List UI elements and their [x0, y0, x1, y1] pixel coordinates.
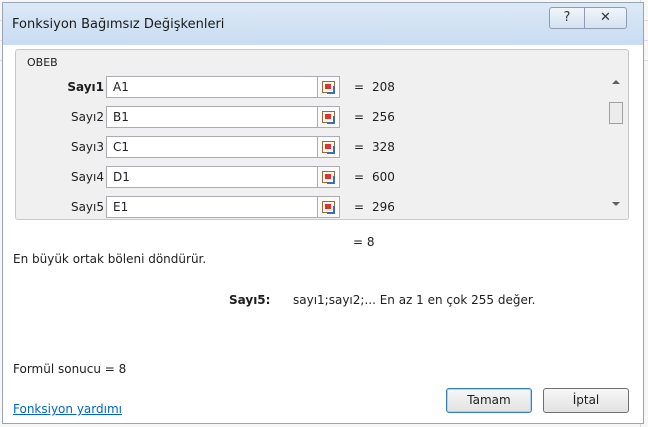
equals-sign: =	[354, 170, 365, 184]
argument-label: Sayı1	[67, 80, 104, 94]
argument-input[interactable]	[106, 136, 318, 158]
arguments-group: OBEB Sayı1 = 208 Sayı2 = 256 Sayı3 =	[15, 49, 629, 220]
function-result: = 8	[353, 235, 375, 249]
argument-row: Sayı2 = 256	[16, 106, 606, 130]
argument-description-name: Sayı5:	[229, 293, 271, 307]
argument-description-text: sayı1;sayı2;... En az 1 en çok 255 değer…	[293, 293, 536, 307]
function-help-link[interactable]: Fonksiyon yardımı	[13, 402, 122, 416]
dialog-title: Fonksiyon Bağımsız Değişkenleri	[12, 17, 225, 32]
arguments-scrollbar[interactable]	[608, 72, 624, 212]
scroll-down-arrow-icon[interactable]	[612, 202, 620, 206]
argument-input[interactable]	[106, 76, 318, 98]
collapse-dialog-icon[interactable]	[318, 76, 340, 98]
argument-value: 600	[372, 170, 395, 184]
function-arguments-dialog: Fonksiyon Bağımsız Değişkenleri ? ✕ OBEB…	[2, 2, 644, 424]
collapse-dialog-icon[interactable]	[318, 196, 340, 218]
formula-result: Formül sonucu = 8	[13, 362, 127, 376]
argument-label: Sayı3	[70, 140, 104, 154]
argument-row: Sayı5 = 296	[16, 196, 606, 220]
argument-label: Sayı2	[70, 110, 104, 124]
argument-input[interactable]	[106, 166, 318, 188]
function-name: OBEB	[27, 56, 58, 69]
argument-row: Sayı3 = 328	[16, 136, 606, 160]
dialog-body: OBEB Sayı1 = 208 Sayı2 = 256 Sayı3 =	[3, 45, 643, 423]
argument-input[interactable]	[106, 106, 318, 128]
argument-value: 256	[372, 110, 395, 124]
argument-label: Sayı4	[70, 170, 104, 184]
argument-value: 208	[372, 80, 395, 94]
ok-button[interactable]: Tamam	[446, 388, 532, 413]
scroll-up-arrow-icon[interactable]	[612, 80, 620, 84]
argument-row: Sayı4 = 600	[16, 166, 606, 190]
equals-sign: =	[354, 80, 365, 94]
equals-sign: =	[354, 140, 365, 154]
argument-value: 328	[372, 140, 395, 154]
argument-row: Sayı1 = 208	[16, 76, 606, 100]
cancel-button[interactable]: İptal	[543, 388, 629, 413]
help-icon[interactable]: ?	[549, 7, 585, 29]
scroll-thumb[interactable]	[609, 102, 623, 124]
argument-input[interactable]	[106, 196, 318, 218]
collapse-dialog-icon[interactable]	[318, 136, 340, 158]
title-bar: Fonksiyon Bağımsız Değişkenleri ? ✕	[3, 3, 643, 45]
equals-sign: =	[354, 110, 365, 124]
equals-sign: =	[354, 200, 365, 214]
function-description: En büyük ortak böleni döndürür.	[13, 252, 207, 266]
collapse-dialog-icon[interactable]	[318, 106, 340, 128]
argument-value: 296	[372, 200, 395, 214]
collapse-dialog-icon[interactable]	[318, 166, 340, 188]
argument-label: Sayı5	[70, 200, 104, 214]
close-icon[interactable]: ✕	[584, 7, 627, 29]
